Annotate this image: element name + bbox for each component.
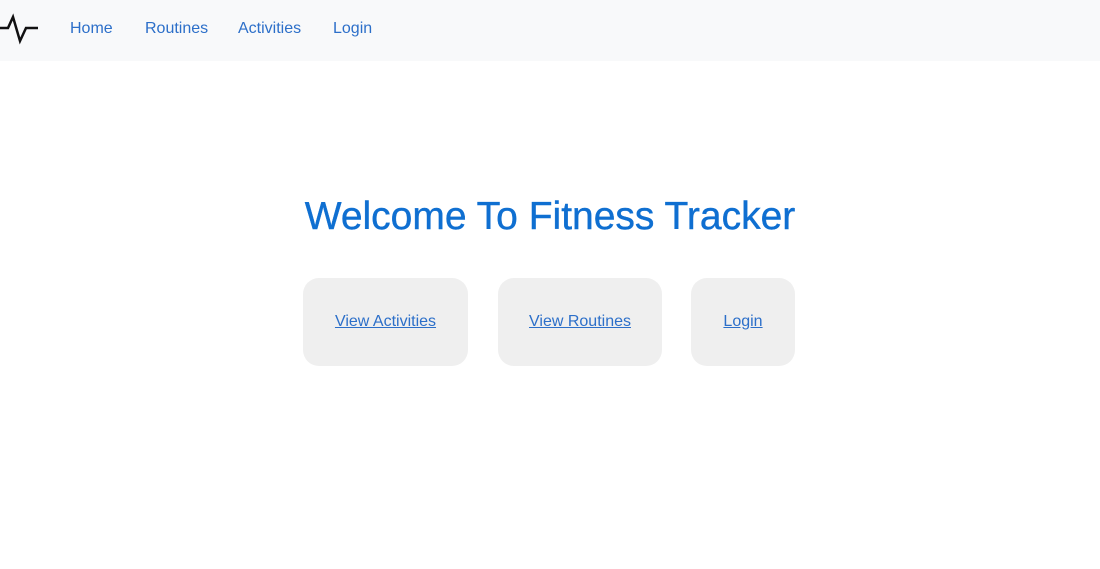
nav-activities-link[interactable]: Activities — [238, 19, 301, 39]
top-navbar: Home Routines Activities Login — [0, 0, 1100, 61]
nav-login-link[interactable]: Login — [333, 19, 372, 39]
heartbeat-pulse-icon[interactable] — [0, 12, 40, 46]
login-card: Login — [691, 278, 795, 366]
view-activities-card: View Activities — [303, 278, 468, 366]
view-routines-link[interactable]: View Routines — [529, 313, 631, 331]
nav-routines-link[interactable]: Routines — [145, 19, 208, 39]
view-routines-card: View Routines — [498, 278, 662, 366]
login-link[interactable]: Login — [723, 313, 762, 331]
view-activities-link[interactable]: View Activities — [335, 313, 436, 331]
nav-home-link[interactable]: Home — [70, 19, 113, 39]
page-title: Welcome To Fitness Tracker — [304, 195, 796, 238]
